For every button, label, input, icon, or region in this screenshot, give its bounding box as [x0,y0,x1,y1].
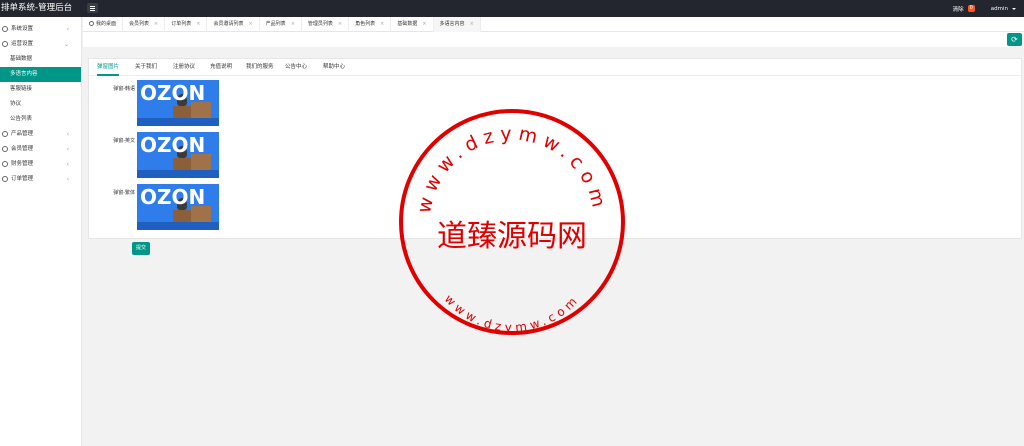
close-icon[interactable]: × [338,21,342,27]
product-icon [2,131,8,137]
order-icon [2,176,8,182]
chevron-left-icon: ‹ [66,161,69,168]
tab-recharge-info[interactable]: 充值说明 [210,59,232,76]
image-logo-text: OZON [140,81,206,105]
tab-order-list[interactable]: 订单列表 × [165,17,208,32]
sidebar-item-label: 会员管理 [11,146,34,152]
sidebar-item-system[interactable]: 系统设置 ‹ [0,22,81,37]
row-label-korean: 弹窗-韩语 [113,86,135,92]
tab-desktop[interactable]: 我的桌面 [83,17,124,32]
sidebar: 系统设置 ‹ 运营设置 ⌄ 基础数据 多语言内容 客服链接 协议 公告列表 产品管理… [0,17,82,446]
sidebar-item-multilang[interactable]: 多语言内容 [0,67,81,82]
close-icon[interactable]: × [291,21,295,27]
popup-image-korean[interactable]: OZON [137,80,219,126]
close-icon[interactable]: × [380,21,384,27]
refresh-button[interactable]: ⟳ [1007,33,1022,46]
watermark-stamp: www.dzymw.com 道臻源码网 www.dzymw.com [399,109,625,335]
page-toolbar: ⟳ [83,32,1024,47]
sidebar-item-label: 财务管理 [11,161,34,167]
chevron-left-icon: ‹ [66,131,69,138]
sidebar-item-products[interactable]: 产品管理 ‹ [0,127,81,142]
tab-popup-images[interactable]: 弹窗图片 [97,59,120,76]
image-logo-text: OZON [140,185,206,209]
tab-register-agreement[interactable]: 注册协议 [173,59,195,76]
tab-about-us[interactable]: 关于我们 [135,59,157,76]
sidebar-item-agreement[interactable]: 协议 [0,97,81,112]
sidebar-item-label: 订单管理 [11,176,34,182]
chevron-left-icon: ‹ [66,176,69,183]
submit-button[interactable]: 提交 [132,242,150,255]
app-title: 排单系统-管理后台 [1,3,73,13]
popup-image-english[interactable]: OZON [137,132,219,178]
user-menu[interactable]: admin [991,6,1008,12]
tab-member-list[interactable]: 会员列表 × [123,17,166,32]
chevron-down-icon[interactable] [1012,7,1016,10]
user-icon [2,146,8,152]
sidebar-item-label: 基础数据 [10,56,33,62]
sidebar-item-notices[interactable]: 公告列表 [0,112,81,127]
menu-toggle-button[interactable] [87,3,98,13]
tab-admin-list[interactable]: 管理员列表 × [302,17,350,32]
sidebar-item-orders[interactable]: 订单管理 ‹ [0,172,81,187]
sidebar-item-basic-data[interactable]: 基础数据 [0,52,81,67]
close-icon[interactable]: × [196,21,200,27]
tab-notice-center[interactable]: 公告中心 [285,59,307,76]
refresh-icon: ⟳ [1011,35,1018,44]
chevron-left-icon: ‹ [66,146,69,153]
clear-cache-link[interactable]: 清除 [953,5,964,13]
notice-badge[interactable]: 0 [967,5,975,12]
chevron-left-icon: ‹ [66,26,69,33]
sidebar-item-finance[interactable]: 财务管理 ‹ [0,157,81,172]
tab-multilang[interactable]: 多语言内容 × [433,17,481,32]
close-icon[interactable]: × [422,21,426,27]
tab-our-services[interactable]: 我们的服务 [246,59,274,76]
tab-invite-list[interactable]: 会员邀请列表 × [207,17,260,32]
home-icon [89,21,94,26]
content-tabs: 弹窗图片 关于我们 注册协议 充值说明 我们的服务 公告中心 帮助中心 [89,59,1021,76]
sidebar-item-label: 多语言内容 [10,71,38,77]
top-header: 排单系统-管理后台 清除 0 admin [0,0,1024,17]
row-label-english: 弹窗-英文 [113,138,135,144]
row-label-traditional: 弹窗-繁体 [113,190,135,196]
page-tabs: 我的桌面 会员列表 × 订单列表 × 会员邀请列表 × 产品列表 × 管理员列表 × 角色… [83,17,1024,32]
settings-icon [2,41,8,47]
sidebar-item-label: 协议 [10,101,22,107]
gear-icon [2,26,8,32]
stamp-center-text: 道臻源码网 [437,219,587,254]
sidebar-item-service-link[interactable]: 客服链接 [0,82,81,97]
tab-basic-data[interactable]: 基础数据 × [391,17,434,32]
sidebar-item-operation[interactable]: 运营设置 ⌄ [0,37,81,52]
sidebar-item-label: 公告列表 [10,116,33,122]
stamp-bottom-text: www.dzymw.com [442,292,583,335]
sidebar-item-label: 客服链接 [10,86,33,92]
image-logo-text: OZON [140,133,206,157]
tab-help-center[interactable]: 帮助中心 [323,59,345,76]
sidebar-item-label: 产品管理 [11,131,34,137]
sidebar-item-members[interactable]: 会员管理 ‹ [0,142,81,157]
header-right: 清除 0 admin [953,0,1016,17]
chevron-down-icon: ⌄ [63,41,69,48]
close-icon[interactable]: × [470,21,474,27]
close-icon[interactable]: × [248,21,252,27]
sidebar-item-label: 运营设置 [11,41,34,47]
close-icon[interactable]: × [154,21,158,27]
tab-role-list[interactable]: 角色列表 × [349,17,392,32]
popup-image-traditional[interactable]: OZON [137,184,219,230]
finance-icon [2,161,8,167]
tab-product-list[interactable]: 产品列表 × [260,17,302,32]
hamburger-icon [90,6,95,7]
sidebar-item-label: 系统设置 [11,26,34,32]
